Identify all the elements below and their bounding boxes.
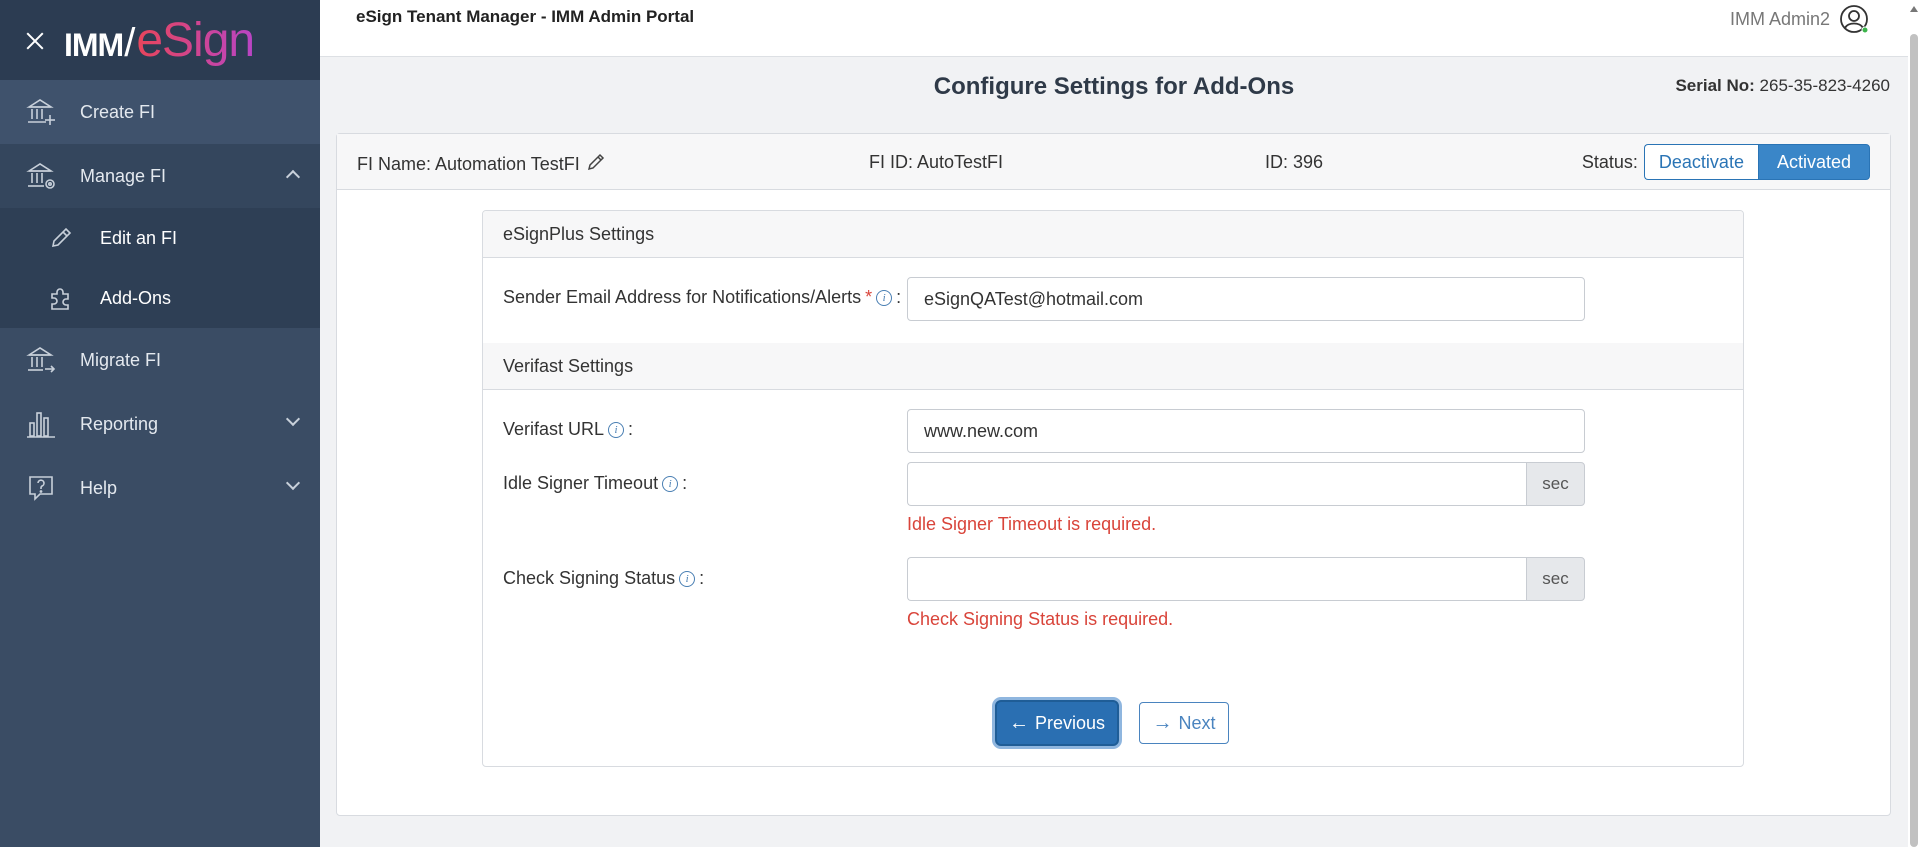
manage-fi-submenu: Edit an FI Add-Ons [0,208,320,328]
verifast-url-input[interactable] [907,409,1585,453]
scroll-up-arrow-icon[interactable] [1910,6,1918,12]
sidebar-item-label: Help [80,477,118,498]
pencil-icon [48,225,74,251]
info-icon[interactable]: i [679,570,696,587]
check-signing-status-label: Check Signing Status i : [503,568,704,589]
settings-panel: eSignPlus Settings Sender Email Address … [482,210,1744,767]
activated-button[interactable]: Activated [1757,144,1870,180]
verifast-section-heading: Verifast Settings [483,343,1743,390]
sidebar: IMM / eSign Create FI Manage FI Edit an … [0,0,320,847]
arrow-right-icon: → [1152,711,1173,734]
fi-info-header: FI Name: Automation TestFI FI ID: AutoTe… [337,134,1890,190]
idle-signer-timeout-input[interactable] [907,462,1526,506]
help-bubble-icon [26,473,56,503]
check-signing-status-row: Check Signing Status i : sec Check Signi… [483,548,1743,643]
vertical-scrollbar[interactable] [1908,0,1920,847]
deactivate-button[interactable]: Deactivate [1643,144,1758,180]
arrow-left-icon: ← [1008,711,1029,734]
info-icon[interactable]: i [662,475,679,492]
next-button-label: Next [1178,712,1216,733]
check-signing-status-input[interactable] [907,557,1526,601]
record-id: ID: 396 [1265,152,1324,172]
sidebar-item-label: Reporting [80,413,159,434]
close-icon[interactable] [24,30,46,52]
user-menu[interactable]: IMM Admin2 [1730,3,1870,35]
idle-signer-timeout-group: sec [907,462,1585,506]
top-header: eSign Tenant Manager - IMM Admin Portal … [320,0,1920,57]
previous-button-label: Previous [1034,712,1106,733]
sender-email-row: Sender Email Address for Notifications/A… [483,258,1743,343]
verifast-url-label: Verifast URL i : [503,419,633,440]
check-signing-status-label-text: Check Signing Status [503,568,676,588]
sidebar-item-edit-fi[interactable]: Edit an FI [0,208,320,268]
chevron-down-icon [285,475,301,491]
idle-signer-timeout-label-text: Idle Signer Timeout [503,473,659,493]
sidebar-item-add-ons[interactable]: Add-Ons [0,268,320,328]
sidebar-item-create-fi[interactable]: Create FI [0,80,320,144]
bank-gear-icon [26,161,56,191]
sender-email-input[interactable] [907,277,1585,321]
logo-imm: IMM [64,26,124,63]
label-colon: : [699,568,705,588]
app-title: eSign Tenant Manager - IMM Admin Portal [356,7,695,26]
logo-slash: / [124,20,136,65]
sec-unit-addon: sec [1526,557,1585,601]
scrollbar-thumb[interactable] [1910,34,1918,847]
label-colon: : [682,473,688,493]
status-toggle-group: Status: Deactivate Activated [1582,144,1870,180]
logo: IMM / eSign [64,13,255,68]
fi-name-text: FI Name: Automation TestFI [357,154,580,174]
fi-id: FI ID: AutoTestFI [869,152,1004,172]
sidebar-item-label: Manage FI [80,165,167,186]
logo-esign: eSign [136,13,255,67]
next-button[interactable]: → Next [1139,702,1229,744]
check-signing-status-group: sec [907,557,1585,601]
info-icon[interactable]: i [608,421,625,438]
chevron-down-icon [285,411,301,427]
idle-signer-timeout-label: Idle Signer Timeout i : [503,473,687,494]
bank-plus-icon [26,97,56,127]
idle-signer-timeout-row: Idle Signer Timeout i : sec Idle Signer … [483,453,1743,548]
info-icon[interactable]: i [876,289,893,306]
required-mark: * [865,287,873,307]
sidebar-item-help[interactable]: Help [0,456,320,520]
user-name: IMM Admin2 [1729,8,1830,29]
sidebar-item-label: Add-Ons [100,287,172,308]
sec-unit-addon: sec [1526,462,1585,506]
idle-signer-timeout-error: Idle Signer Timeout is required. [907,514,1157,534]
sidebar-item-label: Edit an FI [100,227,178,248]
status-label: Status: [1581,151,1638,172]
edit-pencil-icon[interactable] [586,152,606,177]
serial-number: Serial No: 265-35-823-4260 [1675,76,1890,96]
fi-name: FI Name: Automation TestFI [357,152,606,177]
esignplus-section-heading: eSignPlus Settings [483,211,1743,258]
sidebar-item-manage-fi[interactable]: Manage FI [0,144,320,208]
label-colon: : [628,419,634,439]
check-signing-status-error: Check Signing Status is required. [907,609,1174,629]
brand-header: IMM / eSign [0,0,320,80]
verifast-url-row: Verifast URL i : [483,390,1743,453]
verifast-url-label-text: Verifast URL [503,419,605,439]
sidebar-item-migrate-fi[interactable]: Migrate FI [0,328,320,392]
serial-label: Serial No: [1675,76,1755,95]
sidebar-item-label: Create FI [80,101,156,122]
bank-arrow-icon [26,345,56,375]
sidebar-item-label: Migrate FI [80,349,162,370]
serial-value: 265-35-823-4260 [1759,76,1890,95]
label-colon: : [896,287,902,307]
previous-button[interactable]: ← Previous [995,700,1119,746]
chevron-up-icon [285,169,301,185]
sender-email-label: Sender Email Address for Notifications/A… [503,287,901,308]
bar-chart-icon [26,409,56,439]
sender-email-label-text: Sender Email Address for Notifications/A… [503,287,862,307]
sidebar-item-reporting[interactable]: Reporting [0,392,320,456]
puzzle-icon [48,285,74,311]
user-avatar-icon [1838,3,1870,35]
page-title: Configure Settings for Add-Ons [933,73,1295,100]
